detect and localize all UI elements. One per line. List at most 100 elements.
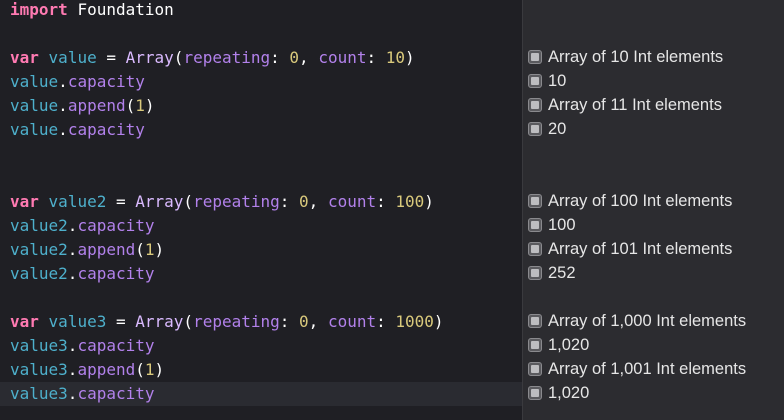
quick-look-icon[interactable] — [528, 122, 542, 136]
code-line-cap2b[interactable]: value2.capacity — [10, 262, 155, 286]
code-token: 1 — [144, 360, 155, 379]
quick-look-icon[interactable] — [528, 314, 542, 328]
code-token: ( — [135, 240, 145, 259]
result-text: 10 — [548, 71, 567, 90]
result-row-cap2b: 252 — [528, 261, 576, 285]
code-token: value2 — [10, 264, 68, 283]
quick-look-icon[interactable] — [528, 74, 542, 88]
code-token: . — [67, 384, 78, 403]
quick-look-icon[interactable] — [528, 338, 542, 352]
code-token: : — [376, 192, 396, 211]
code-token: count — [318, 48, 367, 67]
code-token: append — [77, 360, 136, 379]
code-line-var3[interactable]: var value3 = Array(repeating: 0, count: … — [10, 310, 444, 334]
code-token: . — [67, 240, 78, 259]
code-line-append3[interactable]: value3.append(1) — [10, 358, 164, 382]
code-token: : — [366, 48, 386, 67]
code-token: value — [10, 96, 59, 115]
result-row-append1: Array of 11 Int elements — [528, 93, 722, 117]
code-line-cap1b[interactable]: value.capacity — [10, 118, 145, 142]
quick-look-icon[interactable] — [528, 194, 542, 208]
code-line-var2[interactable]: var value2 = Array(repeating: 0, count: … — [10, 190, 434, 214]
quick-look-icon[interactable] — [528, 362, 542, 376]
code-token: value — [10, 72, 59, 91]
result-row-cap2a: 100 — [528, 213, 576, 237]
code-token: repeating — [193, 192, 280, 211]
code-line-cap3b[interactable]: value3.capacity — [10, 382, 155, 406]
code-editor[interactable]: import Foundation var value = Array(repea… — [0, 0, 522, 420]
quick-look-icon[interactable] — [528, 50, 542, 64]
code-line-var1[interactable]: var value = Array(repeating: 0, count: 1… — [10, 46, 415, 70]
result-text: 252 — [548, 263, 576, 282]
code-token: , — [308, 312, 328, 331]
code-line-cap3a[interactable]: value3.capacity — [10, 334, 155, 358]
code-line-append1[interactable]: value.append(1) — [10, 94, 155, 118]
code-token: var — [10, 48, 39, 67]
code-token: . — [67, 360, 78, 379]
quick-look-icon[interactable] — [528, 98, 542, 112]
code-token: value3 — [10, 336, 68, 355]
code-token: 10 — [385, 48, 406, 67]
result-text: 20 — [548, 119, 567, 138]
result-row-cap3a: 1,020 — [528, 333, 589, 357]
code-token: : — [270, 48, 290, 67]
code-token: ( — [183, 312, 194, 331]
code-token: capacity — [77, 336, 155, 355]
result-text: 1,020 — [548, 335, 590, 354]
result-text: Array of 101 Int elements — [548, 239, 733, 258]
code-token: . — [58, 120, 68, 139]
code-token: 0 — [289, 48, 300, 67]
code-token: ) — [424, 192, 434, 211]
code-token: 0 — [299, 192, 309, 211]
code-token: ) — [433, 312, 444, 331]
code-token: value3 — [10, 360, 68, 379]
code-token: ( — [173, 48, 184, 67]
code-line-import[interactable]: import Foundation — [10, 0, 174, 22]
code-token: value3 — [10, 384, 68, 403]
result-text: Array of 10 Int elements — [548, 47, 724, 66]
code-line-cap1a[interactable]: value.capacity — [10, 70, 145, 94]
code-token: append — [77, 240, 136, 259]
code-token: : — [279, 312, 300, 331]
code-token: Array — [125, 48, 174, 67]
code-token: var — [10, 312, 39, 331]
quick-look-icon[interactable] — [528, 242, 542, 256]
code-token: = — [106, 192, 136, 211]
quick-look-icon[interactable] — [528, 218, 542, 232]
code-token: Array — [135, 192, 184, 211]
result-text: 100 — [548, 215, 576, 234]
result-row-cap1a: 10 — [528, 69, 566, 93]
code-token: value3 — [48, 312, 107, 331]
code-token: . — [58, 72, 68, 91]
code-token: append — [67, 96, 126, 115]
quick-look-icon[interactable] — [528, 266, 542, 280]
code-token: ) — [144, 96, 155, 115]
code-token: , — [308, 192, 328, 211]
code-token: ( — [183, 192, 194, 211]
result-row-var3: Array of 1,000 Int elements — [528, 309, 746, 333]
code-token: 0 — [299, 312, 309, 331]
result-text: Array of 1,000 Int elements — [548, 311, 747, 330]
code-token: ) — [154, 360, 165, 379]
code-line-cap2a[interactable]: value2.capacity — [10, 214, 155, 238]
result-row-cap3b: 1,020 — [528, 381, 589, 405]
code-token: ) — [154, 240, 165, 259]
code-token: : — [376, 312, 396, 331]
result-text: Array of 1,001 Int elements — [548, 359, 747, 378]
code-token: 1 — [135, 96, 145, 115]
result-text: 1,020 — [548, 383, 590, 402]
result-row-append2: Array of 101 Int elements — [528, 237, 732, 261]
result-text: Array of 11 Int elements — [548, 95, 722, 114]
quick-look-icon[interactable] — [528, 386, 542, 400]
code-token: 1 — [144, 240, 155, 259]
code-token: count — [327, 192, 377, 211]
code-line-append2[interactable]: value2.append(1) — [10, 238, 164, 262]
code-token: count — [327, 312, 377, 331]
code-token: Foundation — [77, 0, 174, 19]
code-token: ( — [125, 96, 136, 115]
code-token: : — [279, 192, 300, 211]
